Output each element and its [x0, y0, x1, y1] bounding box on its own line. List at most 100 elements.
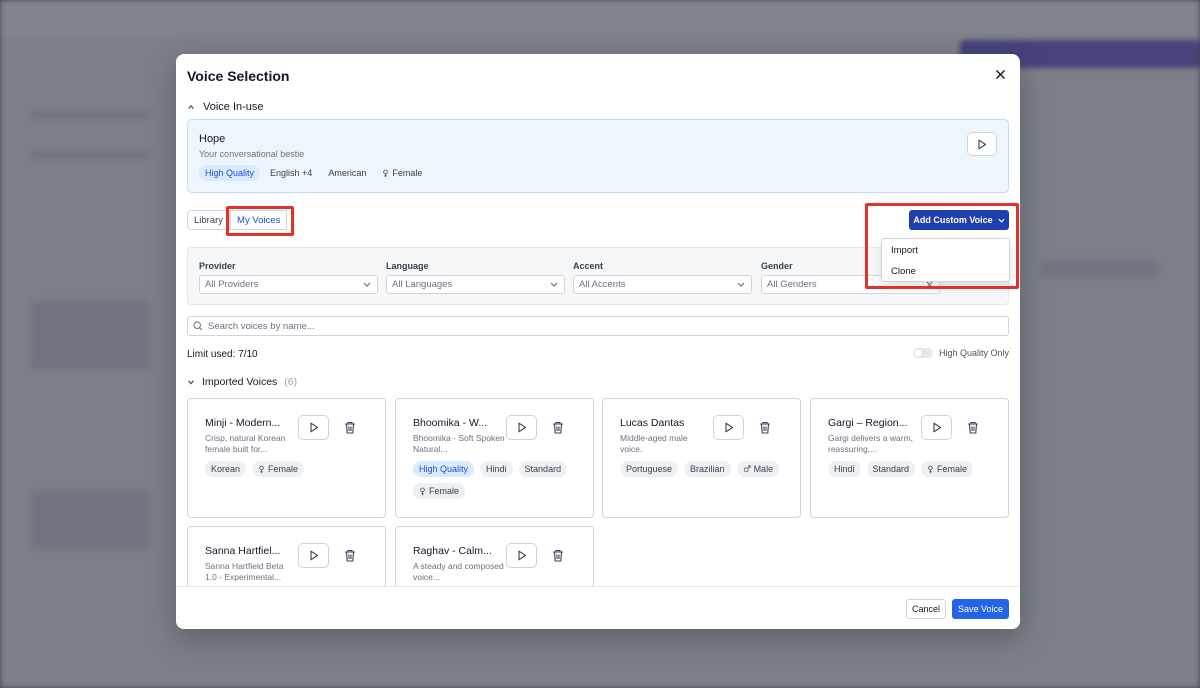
tag-gender: Female: [376, 165, 428, 181]
in-use-play-button[interactable]: [967, 132, 997, 156]
voice-in-use-card: Hope Your conversational bestie High Qua…: [187, 119, 1009, 193]
voice-card-grid: Minji - Modern... Crisp, natural Korean …: [187, 398, 1009, 586]
female-icon: [420, 487, 425, 495]
voice-name: Bhoomika - W...: [413, 417, 488, 429]
tag-language: Hindi: [828, 461, 861, 477]
male-icon: [743, 465, 751, 473]
filter-provider: Provider All Providers: [199, 261, 378, 294]
voice-tags: High Quality Hindi Standard Female: [413, 461, 588, 499]
play-button[interactable]: [506, 543, 537, 568]
tag-gender-label: Female: [937, 464, 968, 474]
tag-language: Portuguese: [620, 461, 679, 477]
play-button[interactable]: [506, 415, 537, 440]
voice-description: A steady and composed voice...: [413, 561, 504, 582]
high-quality-only-toggle[interactable]: High Quality Only: [912, 348, 1009, 358]
limit-used: Limit used: 7/10: [187, 349, 258, 360]
tag-gender: Male: [736, 461, 780, 477]
delete-button[interactable]: [966, 420, 980, 434]
voice-tags: Korean Female: [205, 461, 380, 477]
imported-voices-label: Imported Voices: [202, 376, 278, 388]
tab-library[interactable]: Library: [187, 210, 231, 230]
trash-icon: [553, 421, 563, 434]
trash-icon: [553, 549, 563, 562]
language-select-value: All Languages: [392, 279, 453, 290]
chevron-up-icon: [188, 104, 194, 109]
in-use-voice-description: Your conversational bestie: [199, 149, 305, 159]
provider-select[interactable]: All Providers: [199, 275, 378, 294]
female-icon: [259, 465, 264, 473]
delete-button[interactable]: [343, 548, 357, 562]
play-button[interactable]: [921, 415, 952, 440]
save-voice-button[interactable]: Save Voice: [952, 599, 1009, 619]
voice-description: Gargi delivers a warm, reassuring,...: [828, 433, 914, 454]
search-input[interactable]: Search voices by name...: [187, 316, 1009, 336]
voice-description: Sanna Hartfield Beta 1.0 - Experimental.…: [205, 561, 284, 582]
trash-icon: [760, 421, 770, 434]
play-icon: [309, 550, 318, 561]
in-use-voice-name: Hope: [199, 133, 226, 145]
voice-card[interactable]: Lucas Dantas Middle-aged male voice. Por…: [602, 398, 801, 518]
voice-name: Raghav - Calm...: [413, 545, 492, 557]
voice-card[interactable]: Sanna Hartfiel... Sanna Hartfield Beta 1…: [187, 526, 386, 586]
play-button[interactable]: [298, 415, 329, 440]
play-icon: [932, 422, 941, 433]
trash-icon: [968, 421, 978, 434]
accent-select-value: All Accents: [579, 279, 626, 290]
close-button[interactable]: [992, 66, 1008, 82]
voice-description: Middle-aged male voice.: [620, 433, 688, 454]
delete-button[interactable]: [551, 420, 565, 434]
imported-voices-toggle[interactable]: Imported Voices (6): [187, 376, 297, 388]
voice-card[interactable]: Bhoomika - W... Bhoomika - Soft Spoken N…: [395, 398, 594, 518]
voice-tags: Hindi Standard Female: [828, 461, 1003, 477]
voice-name: Lucas Dantas: [620, 417, 685, 429]
provider-select-value: All Providers: [205, 279, 259, 290]
highlight-box-my-voices: [226, 206, 294, 236]
language-select[interactable]: All Languages: [386, 275, 565, 294]
chevron-down-icon: [550, 282, 558, 287]
tag-high-quality: High Quality: [413, 461, 475, 477]
tag-language: English +4: [270, 168, 313, 178]
voice-card[interactable]: Minji - Modern... Crisp, natural Korean …: [187, 398, 386, 518]
tag-gender: Female: [413, 483, 466, 499]
tag-gender-label: Male: [753, 464, 774, 474]
tag-language: Hindi: [480, 461, 513, 477]
play-icon: [517, 550, 526, 561]
tag-high-quality: High Quality: [199, 165, 261, 181]
search-placeholder: Search voices by name...: [208, 320, 315, 332]
delete-button[interactable]: [551, 548, 565, 562]
trash-icon: [345, 549, 355, 562]
tag-gender-label: Female: [392, 168, 423, 178]
modal-footer: Cancel Save Voice: [176, 586, 1020, 629]
tag-language: Korean: [205, 461, 247, 477]
female-icon: [928, 465, 933, 473]
delete-button[interactable]: [758, 420, 772, 434]
filter-accent-label: Accent: [573, 261, 604, 271]
voice-in-use-toggle[interactable]: Voice In-use: [187, 101, 264, 113]
highlight-box-add-custom-voice: [865, 203, 1019, 289]
play-icon: [724, 422, 733, 433]
play-icon: [517, 422, 526, 433]
voice-card[interactable]: Raghav - Calm... A steady and composed v…: [395, 526, 594, 586]
gender-select-value: All Genders: [767, 279, 817, 290]
imported-voices-count: (6): [284, 376, 298, 388]
high-quality-only-label: High Quality Only: [938, 348, 1009, 358]
cancel-button[interactable]: Cancel: [906, 599, 946, 619]
delete-button[interactable]: [343, 420, 357, 434]
voice-in-use-label: Voice In-use: [203, 101, 264, 113]
voice-selection-modal: Voice Selection Voice In-use Hope Your c…: [176, 54, 1020, 629]
search-icon: [193, 321, 203, 331]
trash-icon: [345, 421, 355, 434]
play-button[interactable]: [298, 543, 329, 568]
filter-provider-label: Provider: [199, 261, 236, 271]
tag-gender: Female: [252, 461, 305, 477]
voice-tags: Portuguese Brazilian Male: [620, 461, 795, 477]
accent-select[interactable]: All Accents: [573, 275, 752, 294]
voice-card[interactable]: Gargi – Region... Gargi delivers a warm,…: [810, 398, 1009, 518]
modal-title: Voice Selection: [187, 68, 290, 84]
toggle-switch[interactable]: [912, 348, 933, 358]
tag-gender-label: Female: [429, 486, 460, 496]
chevron-down-icon: [737, 282, 745, 287]
chevron-down-icon: [363, 282, 371, 287]
play-button[interactable]: [713, 415, 744, 440]
tag-quality: Standard: [866, 461, 916, 477]
